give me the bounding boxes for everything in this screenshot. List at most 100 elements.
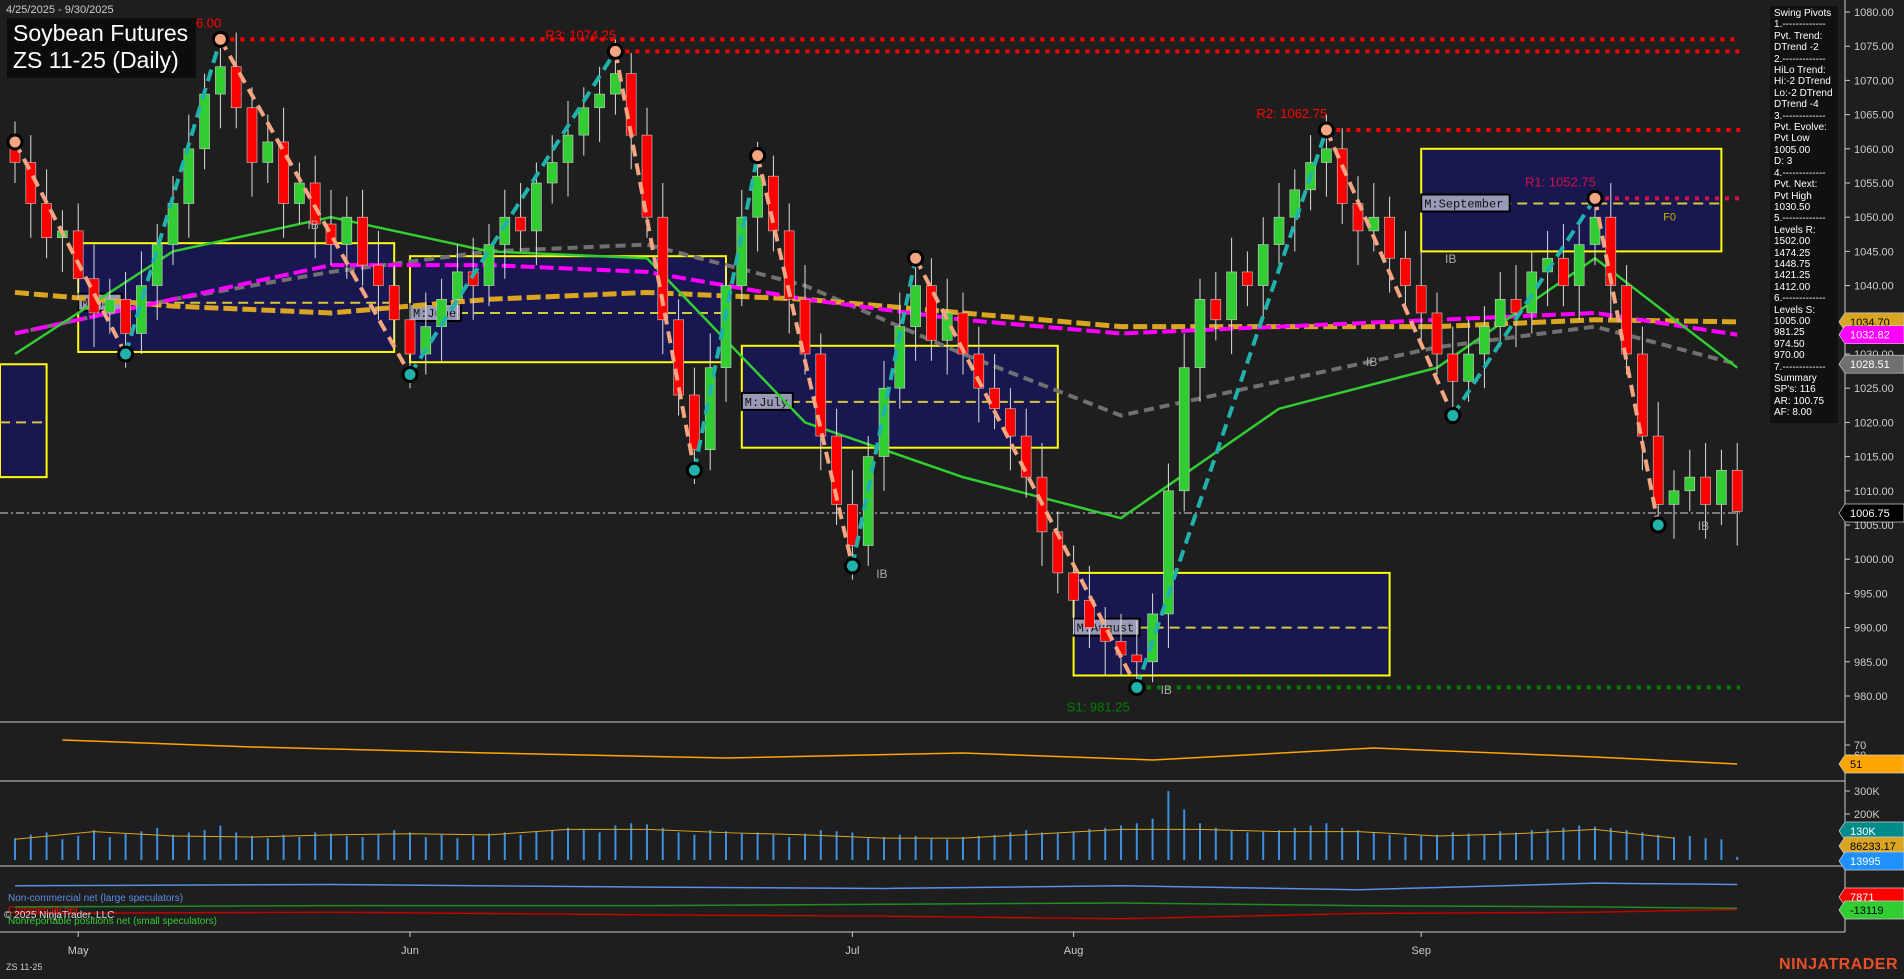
candle-body — [262, 141, 274, 163]
candle-body — [1684, 476, 1696, 492]
swing-pivots-panel: Swing Pivots 1.------------- Pvt. Trend: DT… — [1770, 6, 1838, 423]
copyright: © 2025 NinjaTrader, LLC — [4, 910, 115, 921]
candle-body — [404, 319, 416, 355]
y-tick-label: 1000.00 — [1854, 554, 1894, 566]
x-tick-label: May — [68, 945, 89, 957]
swing-pivot-high — [1317, 121, 1335, 139]
candle-body — [1731, 469, 1743, 512]
swing-pivot-high — [907, 249, 925, 267]
info-line: 1448.75 — [1774, 258, 1811, 270]
candle-body — [104, 298, 116, 314]
candle-body — [72, 230, 84, 280]
candle-body — [151, 244, 163, 286]
info-line: AF: 8.00 — [1774, 407, 1812, 419]
info-line: Lo:-2 DTrend — [1774, 87, 1833, 99]
candle-body — [578, 107, 590, 136]
candle-body — [373, 264, 384, 286]
swing-pivot-high — [211, 30, 229, 48]
info-line: Swing Pivots — [1774, 8, 1832, 19]
candle-body — [120, 298, 131, 334]
info-line: 3.------------- — [1774, 110, 1826, 122]
info-line: 974.50 — [1774, 338, 1805, 350]
info-line: 1412.00 — [1774, 281, 1811, 293]
candle-body — [246, 107, 258, 163]
y-tick-label: 1065.00 — [1854, 110, 1894, 122]
monthly-range-box — [0, 363, 48, 479]
swing-pivot-low — [1444, 407, 1462, 425]
ib-marker: IB — [1445, 252, 1456, 266]
vol-tick-label: 200K — [1854, 809, 1880, 821]
info-line: Pvt Low — [1774, 133, 1810, 145]
candle-body — [215, 66, 226, 95]
candle-body — [199, 93, 210, 150]
price-chart[interactable]: 1080.00 1075.00 1070.00 1065.00 1060.00 1055.… — [0, 0, 1904, 979]
candle-body — [1242, 271, 1253, 286]
y-tick-label: 1015.00 — [1854, 452, 1894, 464]
swing-pivot-low — [843, 557, 861, 575]
candle-body — [167, 203, 179, 245]
info-line: 7.------------- — [1774, 361, 1826, 373]
candle-body — [1400, 257, 1411, 286]
vol-tick-label: 300K — [1854, 786, 1880, 798]
oscillator-tag-bg — [1838, 754, 1904, 774]
y-tick-label: 1060.00 — [1854, 144, 1894, 156]
candle-body — [1194, 298, 1206, 368]
ib-marker: IB — [1698, 519, 1709, 533]
candle-body — [1068, 572, 1079, 601]
pivot-level-label: S1: 981.25 — [1067, 699, 1130, 714]
candle-body — [388, 285, 400, 321]
candle-body — [341, 216, 353, 245]
swing-pivot-low — [1128, 678, 1146, 696]
month-label-text: M:September — [1424, 198, 1503, 212]
candle-body — [689, 394, 700, 451]
cot-tag-text: -13119 — [1850, 905, 1883, 917]
candle-body — [278, 141, 289, 204]
volume-tag-text: 13995 — [1850, 856, 1881, 868]
info-line: 1005.00 — [1774, 315, 1811, 327]
candle-body — [452, 271, 463, 300]
legend-noncommercial: Non-commercial net (large speculators) — [8, 893, 184, 904]
candle-body — [1178, 367, 1190, 492]
info-line: Hi:-2 DTrend — [1774, 76, 1831, 88]
x-tick-label: Sep — [1411, 945, 1431, 957]
info-line: 6.------------- — [1774, 293, 1826, 305]
pivot-level-label: R2: 1062.75 — [1256, 106, 1327, 121]
candle-body — [1463, 353, 1474, 382]
candle-body — [1526, 271, 1538, 314]
info-line: Pvt. Next: — [1774, 179, 1818, 191]
candle-body — [1210, 298, 1222, 321]
oscillator-tag: 51 — [1838, 754, 1904, 774]
info-line: 2.------------- — [1774, 53, 1826, 65]
y-tick-label: 995.00 — [1854, 588, 1888, 600]
candle-body — [1368, 216, 1380, 232]
info-line: 981.25 — [1774, 327, 1805, 339]
info-line: DTrend -4 — [1774, 99, 1819, 111]
volume-tag: 13995 — [1838, 851, 1904, 871]
x-tick-label: Jun — [401, 945, 419, 957]
y-tick-label: 980.00 — [1854, 691, 1888, 703]
candle-body — [989, 387, 1000, 410]
swing-pivot-high — [606, 42, 624, 60]
candle-body — [1652, 435, 1664, 505]
candle-body — [294, 182, 305, 204]
date-range: 4/25/2025 - 9/30/2025 — [6, 4, 114, 16]
info-line: AR: 100.75 — [1774, 395, 1825, 407]
candle-body — [1494, 298, 1506, 327]
pivot-level-label: R1: 1052.75 — [1525, 174, 1596, 189]
ib-marker: IB — [1161, 683, 1172, 697]
x-tick-label: Jul — [845, 945, 859, 957]
volume-tag-text: 130K — [1850, 826, 1876, 838]
volume-tag-text: 86233.17 — [1850, 841, 1896, 853]
price-tag: 1032.82 — [1838, 325, 1904, 345]
info-line: Pvt High — [1774, 190, 1812, 202]
info-line: 1421.25 — [1774, 270, 1811, 282]
info-line: HiLo Trend: — [1774, 65, 1826, 77]
candle-body — [1716, 469, 1727, 505]
candle-body — [1621, 285, 1632, 355]
info-line: 4.------------- — [1774, 167, 1826, 179]
info-line: 1502.00 — [1774, 236, 1811, 248]
f0-label: F0 — [1663, 212, 1676, 224]
y-tick-label: 1075.00 — [1854, 41, 1894, 53]
swing-pivot-low — [117, 345, 135, 363]
y-tick-label: 1025.00 — [1854, 383, 1894, 395]
